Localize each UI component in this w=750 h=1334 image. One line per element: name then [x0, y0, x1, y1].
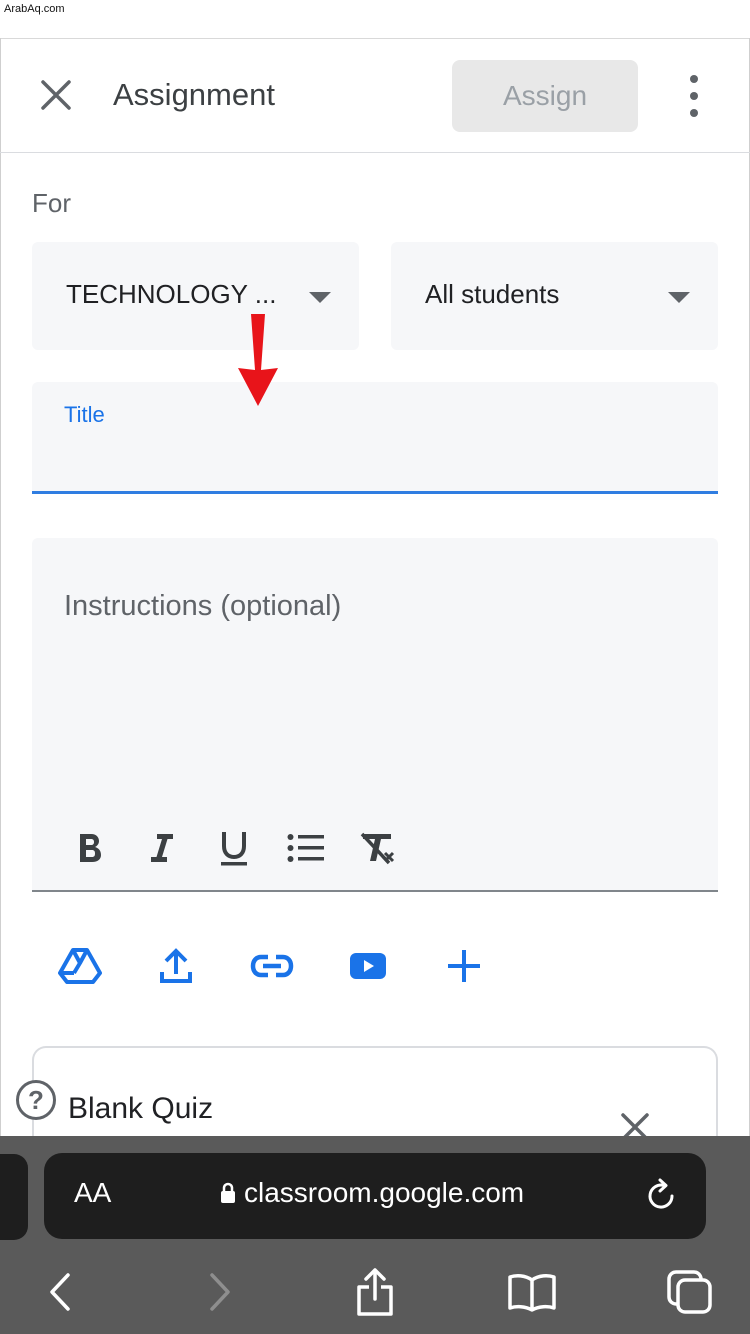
quiz-title: Blank Quiz: [68, 1092, 214, 1125]
upload-icon: [160, 948, 192, 983]
for-label: For: [32, 188, 71, 218]
url-text: classroom.google.com: [244, 1177, 525, 1208]
chevron-right-icon: [210, 1273, 230, 1311]
previous-tab-preview[interactable]: [0, 1154, 28, 1240]
lock-icon: [221, 1182, 235, 1203]
link-icon: [250, 954, 294, 978]
url-display[interactable]: classroom.google.com: [220, 1177, 524, 1209]
close-icon: [41, 80, 71, 110]
browser-nav-row: [0, 1256, 750, 1326]
book-icon: [508, 1274, 556, 1312]
forward-button[interactable]: [190, 1264, 250, 1320]
upload-button[interactable]: [144, 938, 208, 994]
dropdown-caret-icon: [309, 292, 331, 303]
chevron-left-icon: [50, 1273, 70, 1311]
underline-button[interactable]: [198, 826, 270, 870]
class-select-value: TECHNOLOGY ...: [66, 279, 277, 309]
share-icon: [357, 1268, 393, 1316]
youtube-button[interactable]: [336, 938, 400, 994]
underline-icon: [221, 832, 247, 866]
italic-button[interactable]: [126, 826, 198, 870]
watermark-text: ArabAq.com: [4, 3, 65, 15]
title-input[interactable]: Title: [32, 382, 718, 494]
youtube-icon: [350, 953, 386, 979]
page-title: Assignment: [113, 77, 275, 112]
class-select[interactable]: TECHNOLOGY ...: [32, 242, 359, 350]
address-bar[interactable]: AA classroom.google.com: [44, 1153, 706, 1239]
google-drive-icon: [58, 948, 102, 984]
bold-icon: [80, 834, 101, 862]
students-select[interactable]: All students: [391, 242, 718, 350]
dropdown-caret-icon: [668, 292, 690, 303]
google-drive-button[interactable]: [48, 938, 112, 994]
title-label: Title: [64, 402, 105, 427]
clear-formatting-button[interactable]: [342, 826, 414, 870]
aa-label: AA: [74, 1177, 112, 1208]
attachment-toolbar: [48, 938, 528, 994]
bookmarks-button[interactable]: [502, 1264, 562, 1320]
tabs-button[interactable]: [660, 1264, 720, 1320]
formatting-toolbar: [54, 826, 414, 870]
italic-icon: [151, 834, 173, 862]
reload-icon: [648, 1178, 674, 1209]
plus-icon: [448, 950, 480, 982]
help-icon[interactable]: ?: [16, 1080, 56, 1120]
tabs-icon: [667, 1270, 712, 1314]
share-button[interactable]: [345, 1264, 405, 1320]
more-options-button[interactable]: [672, 69, 716, 123]
bulleted-list-icon: [287, 834, 324, 862]
bold-button[interactable]: [54, 826, 126, 870]
app-header: Assignment Assign: [0, 39, 750, 153]
instructions-placeholder: Instructions (optional): [64, 590, 342, 622]
create-button[interactable]: [432, 938, 496, 994]
students-select-value: All students: [425, 279, 560, 309]
clear-formatting-icon: [360, 832, 395, 865]
assign-button[interactable]: Assign: [452, 60, 638, 132]
more-vert-icon: [690, 75, 698, 83]
bulleted-list-button[interactable]: [270, 826, 342, 870]
instructions-input[interactable]: Instructions (optional): [32, 538, 718, 892]
page-settings-button[interactable]: AA: [74, 1177, 111, 1209]
back-button[interactable]: [30, 1264, 90, 1320]
link-button[interactable]: [240, 938, 304, 994]
annotation-arrow-icon: [238, 314, 278, 406]
browser-toolbar: AA classroom.google.com: [0, 1136, 750, 1334]
reload-button[interactable]: [642, 1177, 680, 1220]
frame-edge-left: [0, 38, 1, 1138]
close-button[interactable]: [30, 69, 82, 121]
